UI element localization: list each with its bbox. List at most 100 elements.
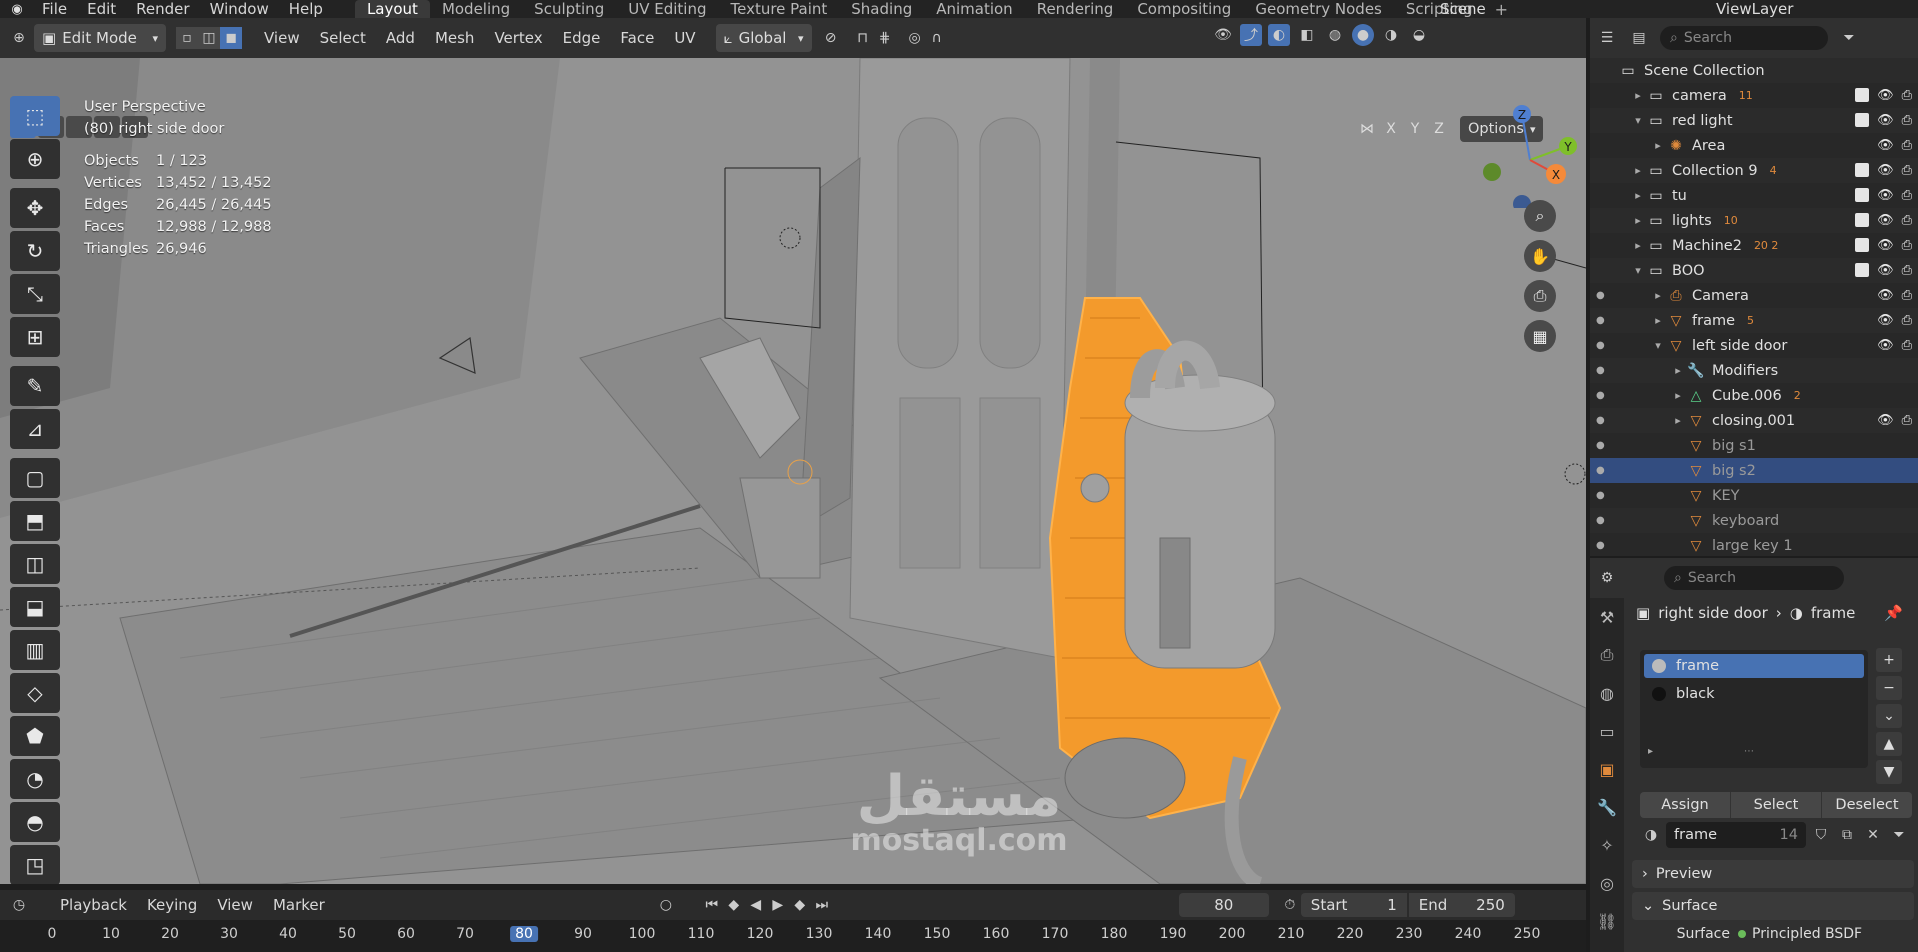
edit-mode-dot-icon[interactable]: ● — [1596, 490, 1605, 501]
edge-slide-tool-icon[interactable]: ◳ — [10, 845, 60, 884]
disclosure-triangle-icon[interactable]: ▸ — [1670, 414, 1686, 427]
menu-window[interactable]: Window — [202, 0, 281, 18]
add-workspace-button[interactable]: + — [1485, 0, 1518, 18]
disclosure-triangle-icon[interactable]: ▸ — [1650, 289, 1666, 302]
edit-mode-dot-icon[interactable]: ● — [1596, 540, 1605, 551]
rotate-tool-icon[interactable]: ↻ — [10, 231, 60, 271]
face-select-icon[interactable]: ◼ — [220, 27, 242, 49]
remove-slot-icon[interactable]: − — [1876, 676, 1902, 700]
disclosure-triangle-icon[interactable]: ▸ — [1670, 389, 1686, 402]
menu-render[interactable]: Render — [128, 0, 201, 18]
workspace-tab-compositing[interactable]: Compositing — [1125, 0, 1243, 18]
workspace-tab-animation[interactable]: Animation — [924, 0, 1024, 18]
outliner-row[interactable]: ▸ ▽ frame 5 👁 ⎙ ● — [1590, 308, 1918, 333]
disclosure-triangle-icon[interactable]: ▸ — [1650, 314, 1666, 327]
timeline-ruler[interactable]: 0 10 20 30 40 50 60 70 80 90 100 110 120… — [0, 920, 1586, 952]
outliner-row[interactable]: ▾ ▭ BOO 👁 ⎙ — [1590, 258, 1918, 283]
outliner-row[interactable]: ▾ ▭ red light 👁 ⎙ — [1590, 108, 1918, 133]
current-frame-marker[interactable]: 80 — [510, 926, 538, 942]
exclude-checkbox[interactable] — [1855, 213, 1870, 227]
menu-edit[interactable]: Edit — [79, 0, 128, 18]
fake-user-icon[interactable]: ⛉ — [1810, 824, 1832, 846]
display-mode-icon[interactable]: ▤ — [1628, 27, 1650, 49]
select-box-tool-icon[interactable]: ⬚ — [10, 96, 60, 136]
eye-icon[interactable]: 👁 — [1877, 238, 1894, 253]
preview-panel-header[interactable]: › Preview — [1632, 860, 1914, 888]
outliner-row[interactable]: ▽ big s2 ● — [1590, 458, 1918, 483]
timeline-editor-icon[interactable]: ◷ — [8, 894, 30, 916]
unlink-icon[interactable]: ✕ — [1862, 824, 1884, 846]
outliner-row[interactable]: ▸ ▽ closing.001 👁 ⎙ ● — [1590, 408, 1918, 433]
shading-rendered-icon[interactable]: ◒ — [1408, 24, 1430, 46]
menu-marker[interactable]: Marker — [263, 896, 335, 914]
bevel-tool-icon[interactable]: ⬓ — [10, 587, 60, 627]
material-name-field[interactable]: frame 14 — [1666, 822, 1806, 848]
transform-tool-icon[interactable]: ⊞ — [10, 317, 60, 357]
menu-face[interactable]: Face — [610, 29, 664, 47]
eye-icon[interactable]: 👁 — [1877, 313, 1894, 328]
falloff-icon[interactable]: ∩ — [926, 27, 948, 49]
deselect-button[interactable]: Deselect — [1822, 792, 1912, 818]
render-camera-icon[interactable]: ⎙ — [1902, 238, 1912, 253]
cursor-tool-icon[interactable]: ⊕ — [10, 139, 60, 179]
slot-menu-icon[interactable]: ⌄ — [1876, 704, 1902, 728]
add-cube-tool-icon[interactable]: ▢ — [10, 458, 60, 498]
render-camera-icon[interactable]: ⎙ — [1902, 413, 1912, 428]
eye-icon[interactable]: 👁 — [1877, 338, 1894, 353]
exclude-checkbox[interactable] — [1855, 113, 1870, 127]
material-browse-icon[interactable]: ◑ — [1640, 824, 1662, 846]
surface-panel-header[interactable]: ⌄ Surface — [1632, 892, 1914, 920]
axis-z-toggle[interactable]: Z — [1428, 116, 1450, 142]
current-frame-field[interactable]: 80 — [1178, 893, 1269, 917]
constraints-tab-icon[interactable]: ⛓ — [1590, 902, 1624, 940]
menu-playback[interactable]: Playback — [50, 896, 137, 914]
eye-icon[interactable]: 👁 — [1877, 263, 1894, 278]
pin-icon[interactable]: 📌 — [1884, 604, 1903, 622]
vertex-select-icon[interactable]: ▫ — [176, 27, 198, 49]
edge-select-icon[interactable]: ◫ — [198, 27, 220, 49]
render-camera-icon[interactable]: ⎙ — [1902, 213, 1912, 228]
edit-mode-dot-icon[interactable]: ● — [1596, 340, 1605, 351]
menu-add[interactable]: Add — [376, 29, 425, 47]
render-camera-icon[interactable]: ⎙ — [1902, 288, 1912, 303]
eye-icon[interactable]: 👁 — [1877, 188, 1894, 203]
camera-view-icon[interactable]: ⎙ — [1524, 280, 1556, 312]
properties-search-input[interactable]: ⌕ Search — [1664, 566, 1844, 590]
outliner-editor-icon[interactable]: ☰ — [1596, 27, 1618, 49]
edit-mode-dot-icon[interactable]: ● — [1596, 415, 1605, 426]
knife-tool-icon[interactable]: ◇ — [10, 673, 60, 713]
play-reverse-icon[interactable]: ◀ — [745, 894, 767, 916]
loop-cut-tool-icon[interactable]: ▥ — [10, 630, 60, 670]
workspace-tab-texture-paint[interactable]: Texture Paint — [718, 0, 839, 18]
exclude-checkbox[interactable] — [1855, 188, 1870, 202]
eye-icon[interactable]: 👁 — [1877, 88, 1894, 103]
workspace-tab-layout[interactable]: Layout — [354, 0, 430, 18]
render-camera-icon[interactable]: ⎙ — [1902, 88, 1912, 103]
scale-tool-icon[interactable]: ⤡ — [10, 274, 60, 314]
menu-uv[interactable]: UV — [664, 29, 705, 47]
disclosure-triangle-icon[interactable]: ▾ — [1650, 339, 1666, 352]
outliner-row[interactable]: ▸ ▭ lights 10 👁 ⎙ — [1590, 208, 1918, 233]
menu-help[interactable]: Help — [281, 0, 335, 18]
exclude-checkbox[interactable] — [1855, 88, 1870, 102]
move-up-icon[interactable]: ▲ — [1876, 732, 1902, 756]
outliner-root[interactable]: ▭ Scene Collection — [1590, 58, 1918, 83]
axis-y-toggle[interactable]: Y — [1404, 116, 1426, 142]
disclosure-triangle-icon[interactable]: ▸ — [1630, 239, 1646, 252]
menu-select[interactable]: Select — [310, 29, 376, 47]
workspace-tab-shading[interactable]: Shading — [839, 0, 924, 18]
edit-mode-dot-icon[interactable]: ● — [1596, 440, 1605, 451]
add-slot-icon[interactable]: + — [1876, 648, 1902, 672]
exclude-checkbox[interactable] — [1855, 163, 1870, 177]
outliner-row[interactable]: ▸ ✺ Area 👁 ⎙ — [1590, 133, 1918, 158]
disclosure-triangle-icon[interactable]: ▸ — [1630, 164, 1646, 177]
outliner-row[interactable]: ▸ △ Cube.006 2 ● — [1590, 383, 1918, 408]
eye-icon[interactable]: 👁 — [1877, 413, 1894, 428]
gizmo-toggle-icon[interactable]: ⤴ — [1240, 24, 1262, 46]
extrude-tool-icon[interactable]: ⬒ — [10, 501, 60, 541]
collection-tab-icon[interactable]: ▭ — [1590, 712, 1624, 750]
outliner-row[interactable]: ▸ ⎙ Camera 👁 ⎙ ● — [1590, 283, 1918, 308]
eye-icon[interactable]: 👁 — [1877, 113, 1894, 128]
assign-button[interactable]: Assign — [1640, 792, 1731, 818]
eye-icon[interactable]: 👁 — [1877, 163, 1894, 178]
